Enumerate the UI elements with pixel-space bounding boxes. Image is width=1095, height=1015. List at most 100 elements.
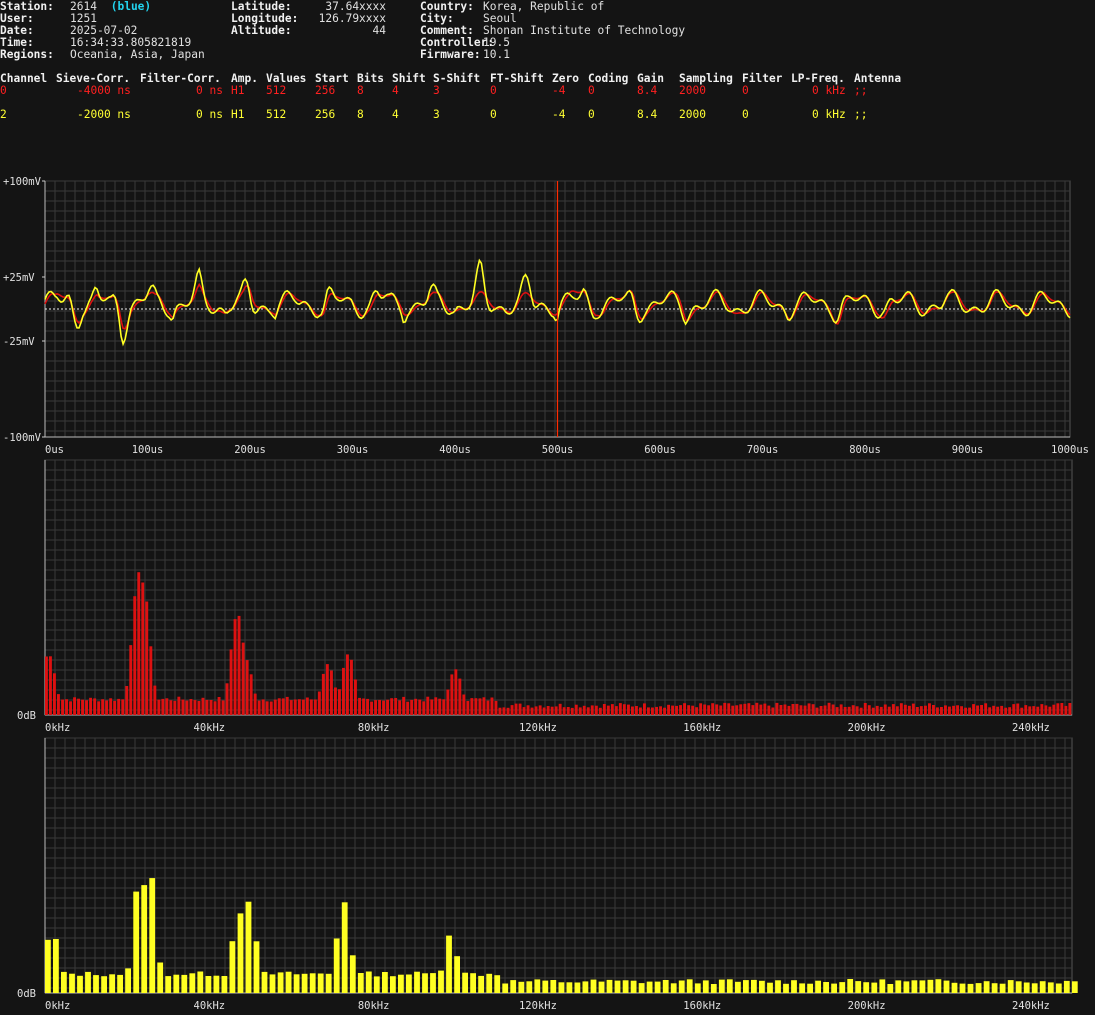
spectrum-bar: [771, 707, 775, 715]
spectrum-bar: [165, 976, 172, 993]
spectrum-bar: [149, 646, 153, 715]
spectrum-bar: [378, 699, 381, 715]
x-tick-label: 40kHz: [194, 1000, 226, 1012]
y-tick-label: -25mV: [3, 336, 35, 348]
spectrum-bar: [482, 697, 486, 715]
spectrum-bar: [526, 981, 533, 993]
spectrum-bar: [610, 704, 614, 715]
spectrum-bar: [715, 704, 719, 715]
spectrum-bar: [105, 700, 109, 715]
spectrum-bar: [718, 979, 725, 993]
spectrum-bar: [590, 705, 594, 715]
spectrum-bar: [398, 700, 402, 715]
spectrum-bar: [622, 704, 626, 715]
x-tick-label: 300us: [337, 444, 369, 456]
spectrum-bar: [643, 703, 646, 715]
spectrum-bar: [775, 980, 781, 993]
spectrum-bar: [1039, 981, 1046, 993]
x-tick-label: 200us: [234, 444, 266, 456]
spectrum-bar: [996, 706, 1000, 715]
spectrum-bar: [727, 703, 731, 715]
oscilloscope-plot: +100mV +25mV -25mV -100mV0us 100us 200us 300us…: [3, 176, 1089, 456]
spectrum-bar: [622, 980, 629, 993]
spectrum-bar: [77, 698, 80, 715]
spectrum-bar: [911, 980, 918, 993]
spectrum-bar: [317, 691, 321, 715]
spectrum-bar: [93, 698, 97, 715]
spectrum-bar: [662, 980, 669, 993]
spectrum-bar: [795, 703, 799, 715]
spectrum-bar: [972, 704, 975, 715]
spectrum-bar: [839, 982, 846, 993]
spectrum-bar: [735, 705, 739, 715]
spectrum-bar: [390, 976, 396, 993]
spectrum-bar: [253, 693, 257, 715]
spectrum-bar: [590, 979, 597, 993]
spectrum-bar: [1040, 704, 1044, 715]
spectrum-bar: [735, 981, 741, 993]
spectrum-bar: [350, 659, 353, 715]
spectrum-bar: [711, 703, 715, 715]
spectrum-bar: [823, 705, 827, 715]
spectrum-bar: [374, 700, 377, 715]
spectrum-bar: [759, 980, 765, 993]
spectrum-bar: [293, 699, 297, 715]
x-tick-label: 0us: [45, 444, 64, 456]
spectrum-bar: [478, 975, 484, 993]
spectrum-bar: [289, 700, 293, 715]
spectrum-bar: [245, 901, 252, 993]
spectrum-bar: [470, 698, 474, 715]
spectrum-bar: [679, 705, 682, 715]
x-tick-label: 160kHz: [683, 722, 721, 734]
spectrum-bar: [654, 981, 661, 993]
spectrum-bar: [165, 698, 169, 715]
spectrum-bar: [631, 706, 634, 715]
spectrum-bar: [899, 703, 903, 715]
spectrum-bar: [293, 974, 300, 993]
spectrum-bar: [948, 706, 951, 715]
spectrum-bar: [309, 973, 316, 993]
spectrum-bar: [97, 701, 101, 715]
spectrum-bar: [546, 706, 550, 715]
spectrum-bar: [959, 983, 966, 993]
spectrum-bar: [362, 698, 365, 715]
spectrum-bar: [225, 683, 229, 715]
spectrum-bar: [731, 705, 735, 715]
spectrum-bar: [566, 982, 573, 993]
spectrum-bar: [952, 705, 955, 715]
x-tick-label: 700us: [747, 444, 779, 456]
spectrum-bar: [1031, 983, 1038, 993]
x-tick-label: 500us: [542, 444, 574, 456]
spectrum-bar: [261, 971, 268, 993]
spectrum-bar: [574, 982, 581, 993]
y-tick-label: +25mV: [3, 272, 35, 284]
spectrum-bar: [446, 689, 450, 715]
spectrum-bar: [229, 941, 236, 993]
spectrum-bar: [671, 705, 674, 715]
spectrum-bar: [410, 699, 414, 715]
spectrum-bar: [285, 971, 292, 993]
spectrum-bar: [815, 707, 819, 715]
spectrum-plot-channel-2: 0dB 0kHz 40kHz 80kHz 120kHz 160kHz 200kHz 240kH…: [17, 737, 1078, 1012]
spectrum-bar: [598, 707, 602, 715]
spectrum-bar: [702, 980, 709, 993]
spectrum-bar: [695, 707, 699, 715]
spectrum-bar: [454, 669, 458, 715]
x-tick-label: 200kHz: [848, 1000, 886, 1012]
spectrum-bar: [751, 979, 757, 993]
spectrum-bar: [390, 698, 394, 715]
spectrum-bar: [803, 705, 807, 715]
spectrum-bar: [213, 975, 220, 993]
spectrum-bar: [871, 707, 875, 715]
spectrum-bar: [458, 678, 462, 715]
spectrum-bar: [125, 968, 131, 993]
spectrum-bar: [815, 980, 821, 993]
spectrum-bar: [586, 707, 590, 715]
spectrum-bar: [791, 980, 797, 993]
spectrum-bar: [691, 705, 695, 715]
spectrum-bar: [630, 980, 637, 993]
spectrum-bar: [843, 707, 847, 715]
spectrum-bar: [879, 706, 883, 715]
spectrum-bar: [129, 645, 133, 715]
spectrum-bar: [967, 983, 974, 993]
